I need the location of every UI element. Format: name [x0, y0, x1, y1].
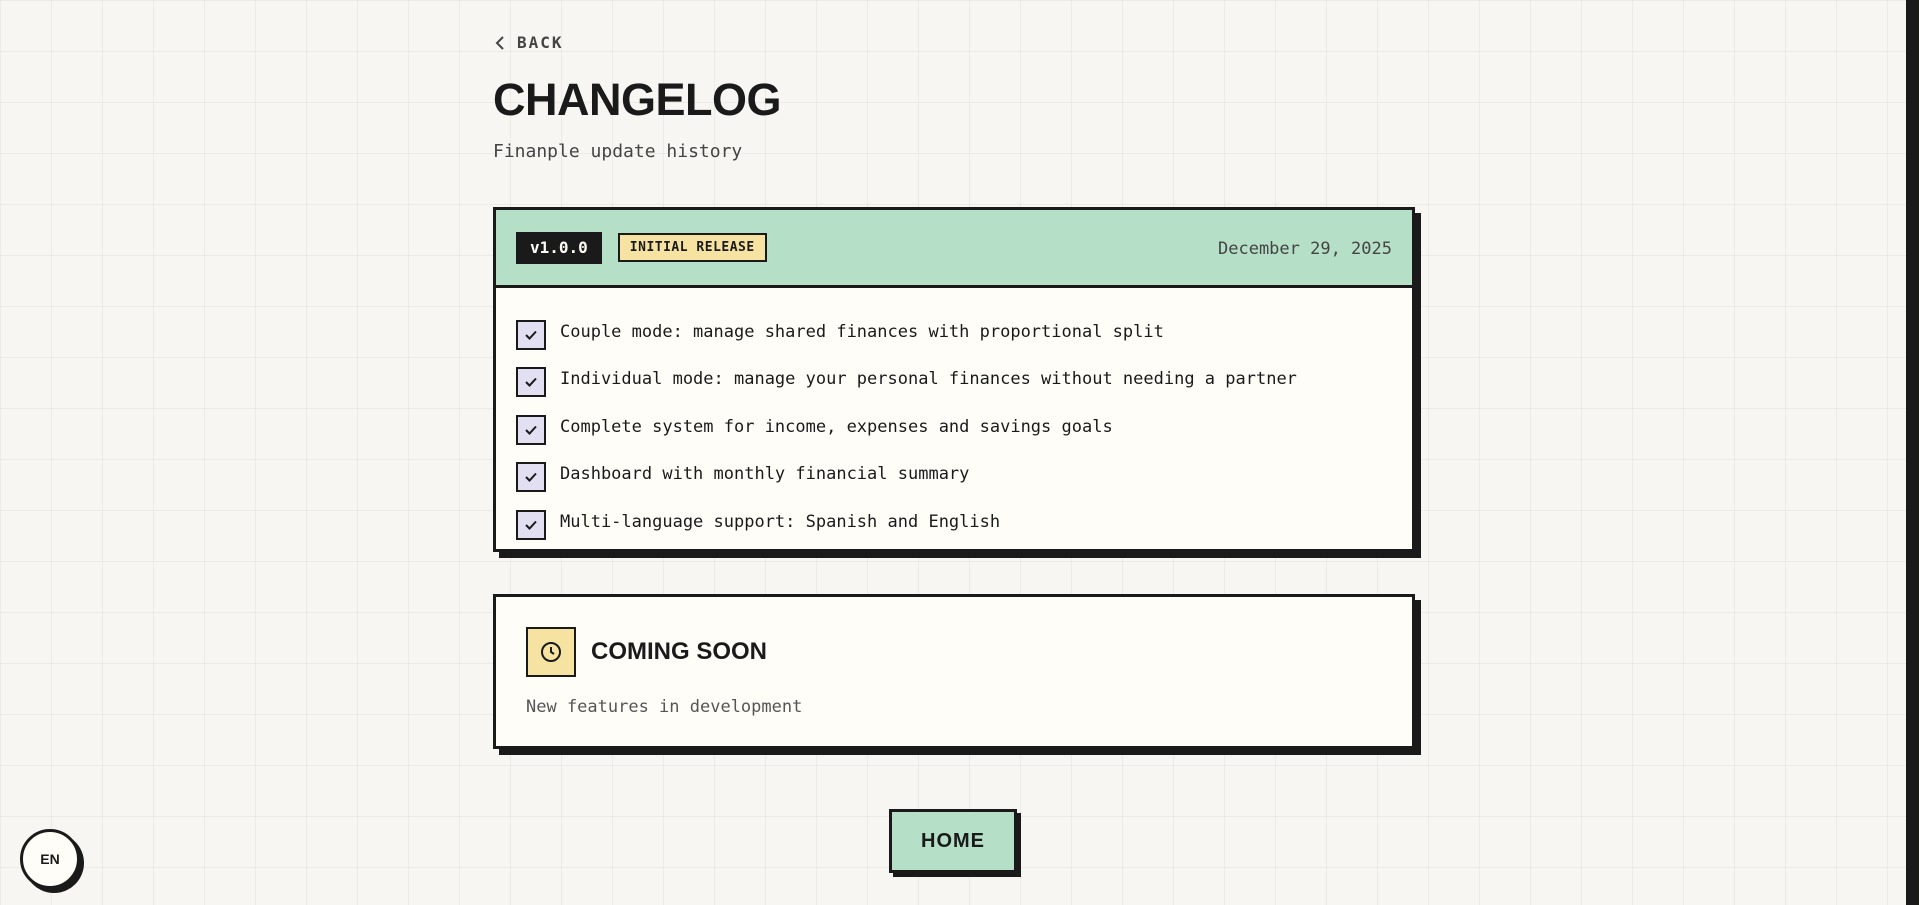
feature-text: Couple mode: manage shared finances with… — [560, 321, 1164, 342]
release-date: December 29, 2025 — [1218, 239, 1392, 259]
checkmark-icon — [516, 462, 546, 493]
coming-soon-header: COMING SOON — [526, 627, 1382, 677]
chevron-left-icon — [495, 35, 505, 50]
checkmark-icon — [516, 414, 546, 445]
version-badge: v1.0.0 — [516, 231, 602, 264]
checkmark-icon — [516, 367, 546, 398]
release-header: v1.0.0 INITIAL RELEASE December 29, 2025 — [496, 210, 1412, 288]
page-subtitle: Finanple update history — [493, 141, 743, 162]
feature-item: Dashboard with monthly financial summary — [516, 451, 1392, 499]
release-card: v1.0.0 INITIAL RELEASE December 29, 2025… — [493, 207, 1415, 552]
coming-soon-card: COMING SOON New features in development — [493, 594, 1415, 749]
feature-text: Complete system for income, expenses and… — [560, 416, 1113, 437]
checkmark-icon — [516, 509, 546, 540]
feature-text: Dashboard with monthly financial summary — [560, 464, 970, 485]
right-edge-bar — [1906, 0, 1919, 905]
coming-soon-title: COMING SOON — [591, 638, 768, 665]
clock-icon — [526, 627, 576, 677]
release-tag: INITIAL RELEASE — [617, 233, 767, 262]
feature-list: Couple mode: manage shared finances with… — [496, 288, 1412, 546]
coming-soon-description: New features in development — [526, 697, 803, 717]
home-button[interactable]: HOME — [889, 809, 1017, 873]
checkmark-icon — [516, 319, 546, 350]
feature-text: Multi-language support: Spanish and Engl… — [560, 511, 1001, 532]
feature-item: Individual mode: manage your personal fi… — [516, 356, 1392, 404]
feature-item: Couple mode: manage shared finances with… — [516, 308, 1392, 356]
page-title: CHANGELOG — [493, 74, 782, 125]
feature-item: Complete system for income, expenses and… — [516, 403, 1392, 451]
language-toggle-button[interactable]: EN — [20, 829, 80, 889]
feature-item: Multi-language support: Spanish and Engl… — [516, 498, 1392, 546]
feature-text: Individual mode: manage your personal fi… — [560, 369, 1297, 390]
back-label: BACK — [517, 33, 564, 52]
back-link[interactable]: BACK — [495, 33, 564, 52]
